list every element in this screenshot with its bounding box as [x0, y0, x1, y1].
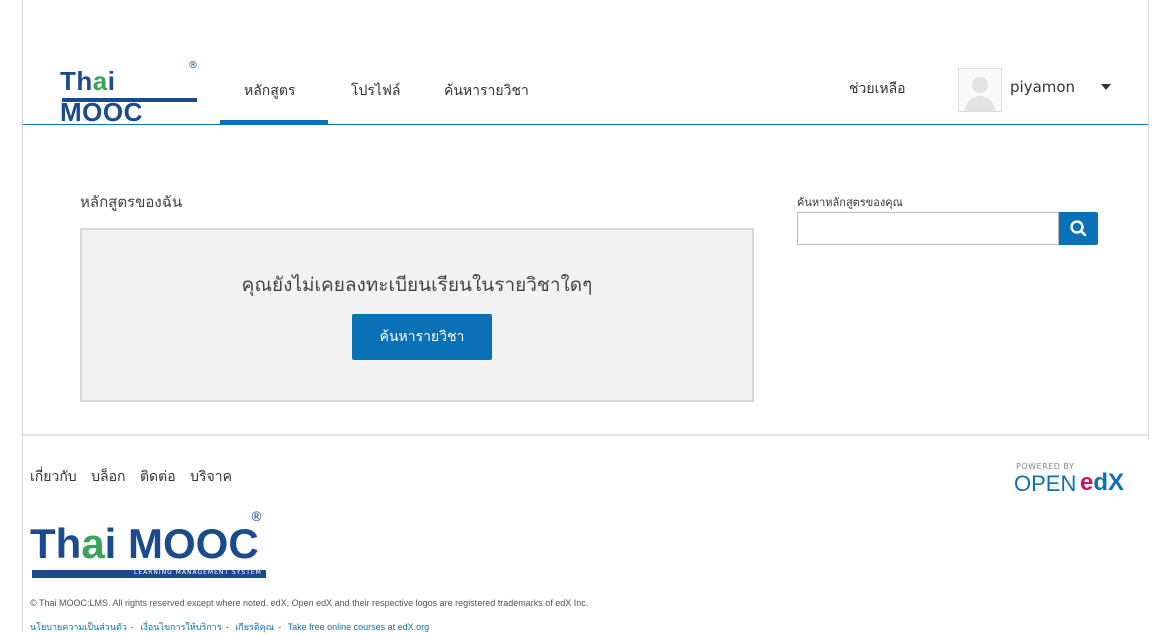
- empty-dashboard-message: คุณยังไม่เคยลงทะเบียนเรียนในรายวิชาใดๆ: [241, 274, 593, 296]
- edx-org-link[interactable]: Take free online courses at edX.org: [288, 622, 430, 632]
- logo-text: Thai MOOC: [60, 66, 143, 127]
- username-label[interactable]: piyamon: [1010, 78, 1075, 96]
- avatar-head: [972, 77, 988, 93]
- find-courses-button[interactable]: ค้นหารายวิชา: [352, 314, 492, 360]
- chevron-down-icon[interactable]: [1101, 84, 1111, 90]
- openedx-edx-text: edX: [1080, 469, 1125, 496]
- page-border-right: [1148, 0, 1149, 440]
- avatar-body: [965, 96, 995, 111]
- terms-of-service-link[interactable]: เงื่อนไขการให้บริการ: [140, 622, 221, 632]
- search-submit-button[interactable]: [1059, 212, 1098, 245]
- privacy-policy-link[interactable]: นโยบายความเป็นส่วนตัว: [30, 622, 127, 632]
- footer-link-about[interactable]: เกี่ยวกับ: [30, 469, 77, 485]
- footer-registered-mark: ®: [250, 510, 263, 525]
- nav-courses[interactable]: หลักสูตร: [244, 80, 295, 102]
- footer-divider: [23, 434, 1148, 436]
- nav-find-courses[interactable]: ค้นหารายวิชา: [444, 80, 529, 102]
- search-icon: [1070, 220, 1087, 237]
- footer-logo-text: Thai MOOC: [30, 520, 259, 567]
- powered-by-label: POWERED BY: [1016, 462, 1075, 471]
- honor-code-link[interactable]: เกียรติคุณ: [235, 622, 274, 632]
- user-avatar[interactable]: [958, 68, 1002, 112]
- footer-thai-mooc-logo[interactable]: Thai MOOC LEARNING MANAGEMENT SYSTEM ®: [30, 510, 270, 580]
- help-link[interactable]: ช่วยเหลือ: [849, 78, 906, 100]
- empty-dashboard-panel: คุณยังไม่เคยลงทะเบียนเรียนในรายวิชาใดๆ ค…: [80, 228, 754, 402]
- powered-by-openedx-logo[interactable]: POWERED BY OPEN edX: [1010, 462, 1124, 498]
- footer-logo-subtitle: LEARNING MANAGEMENT SYSTEM: [134, 569, 262, 576]
- search-courses-label: ค้นหาหลักสูตรของคุณ: [797, 196, 903, 209]
- logo-bar: [62, 98, 197, 102]
- nav-profile[interactable]: โปรไฟล์: [351, 80, 400, 102]
- footer-link-blog[interactable]: บล็อก: [91, 469, 125, 485]
- openedx-open-text: OPEN: [1014, 471, 1077, 496]
- footer-nav: เกี่ยวกับ บล็อก ติดต่อ บริจาค: [30, 466, 242, 488]
- footer-link-contact[interactable]: ติดต่อ: [140, 469, 176, 485]
- search-courses-input[interactable]: [797, 212, 1059, 245]
- site-header: Thai MOOC ® หลักสูตร โปรไฟล์ ค้นหารายวิช…: [23, 60, 1148, 127]
- my-courses-heading: หลักสูตรของฉัน: [80, 193, 183, 211]
- thai-mooc-logo[interactable]: Thai MOOC ®: [60, 60, 200, 127]
- copyright-text: © Thai MOOC:LMS. All rights reserved exc…: [30, 598, 589, 608]
- registered-mark: ®: [188, 60, 198, 71]
- footer-link-donate[interactable]: บริจาค: [190, 469, 232, 485]
- nav-active-indicator: [220, 120, 328, 124]
